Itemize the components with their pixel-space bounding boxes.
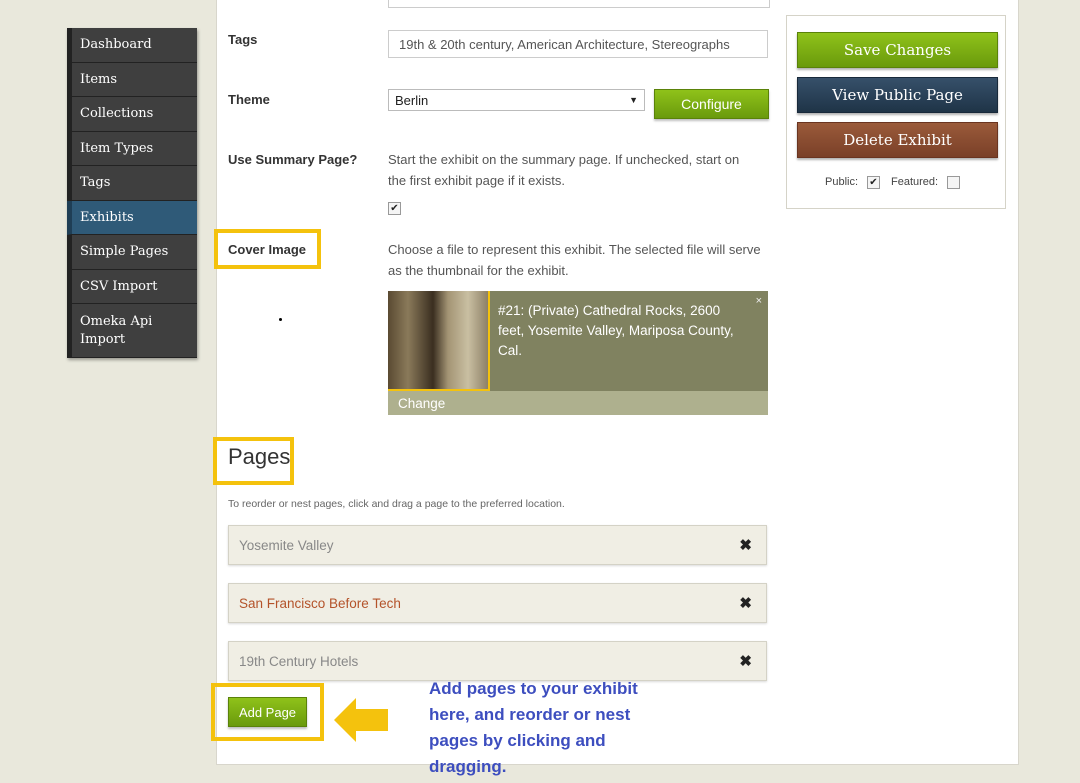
summary-page-checkbox[interactable]: ✔ [388, 202, 401, 215]
exhibit-actions-panel: Save Changes View Public Page Delete Exh… [786, 15, 1006, 209]
summary-page-help: Start the exhibit on the summary page. I… [388, 152, 740, 188]
sidebar-item-omeka-api-import[interactable]: Omeka Api Import [67, 304, 197, 358]
dropdown-arrow-icon: ▼ [629, 95, 638, 105]
remove-cover-icon[interactable]: × [756, 295, 762, 307]
remove-page-icon[interactable]: ✖ [739, 594, 752, 612]
tags-input[interactable]: 19th & 20th century, American Architectu… [388, 30, 768, 58]
cover-image-thumbnail [388, 291, 490, 391]
annotation-arrow-icon [334, 698, 388, 742]
sidebar-item-tags[interactable]: Tags [67, 166, 197, 201]
title-field-bottom-edge[interactable] [388, 0, 770, 8]
remove-page-icon[interactable]: ✖ [739, 652, 752, 670]
page-row[interactable]: Yosemite Valley ✖ [228, 525, 767, 565]
cursor-dot [279, 318, 282, 321]
sidebar-item-items[interactable]: Items [67, 62, 197, 97]
sidebar-item-csv-import[interactable]: CSV Import [67, 269, 197, 304]
annotation-callout-text: Add pages to your exhibit here, and reor… [429, 679, 638, 776]
configure-theme-button[interactable]: Configure [654, 89, 769, 119]
add-page-button[interactable]: Add Page [228, 697, 307, 727]
remove-page-icon[interactable]: ✖ [739, 536, 752, 554]
tags-label: Tags [228, 32, 258, 47]
featured-checkbox[interactable] [947, 176, 960, 189]
pages-reorder-help: To reorder or nest pages, click and drag… [228, 498, 565, 510]
page-title: San Francisco Before Tech [239, 595, 401, 611]
delete-exhibit-button[interactable]: Delete Exhibit [797, 122, 998, 158]
sidebar-item-collections[interactable]: Collections [67, 97, 197, 132]
theme-select[interactable]: Berlin ▼ [388, 89, 645, 111]
admin-sidebar-nav: Dashboard Items Collections Item Types T… [67, 28, 197, 358]
cover-image-help: Choose a file to represent this exhibit.… [388, 242, 761, 278]
change-cover-button[interactable]: Change [388, 391, 768, 415]
cover-image-card[interactable]: #21: (Private) Cathedral Rocks, 2600 fee… [388, 291, 768, 415]
page-title: 19th Century Hotels [239, 653, 359, 669]
theme-label: Theme [228, 92, 270, 107]
page-row[interactable]: 19th Century Hotels ✖ [228, 641, 767, 681]
featured-label: Featured: [891, 176, 939, 188]
sidebar-item-dashboard[interactable]: Dashboard [67, 28, 197, 63]
public-checkbox[interactable]: ✔ [867, 176, 880, 189]
sidebar-item-exhibits[interactable]: Exhibits [67, 200, 197, 235]
public-label: Public: [825, 176, 859, 188]
cover-image-title: #21: (Private) Cathedral Rocks, 2600 fee… [498, 303, 734, 358]
summary-page-label: Use Summary Page? [228, 152, 358, 167]
theme-select-value: Berlin [395, 92, 429, 108]
page-row[interactable]: San Francisco Before Tech ✖ [228, 583, 767, 623]
sidebar-item-simple-pages[interactable]: Simple Pages [67, 235, 197, 270]
page-title: Yosemite Valley [239, 537, 334, 553]
sidebar-item-item-types[interactable]: Item Types [67, 131, 197, 166]
save-changes-button[interactable]: Save Changes [797, 32, 998, 68]
cover-image-label: Cover Image [228, 242, 307, 257]
pages-heading: Pages [228, 444, 291, 469]
view-public-page-button[interactable]: View Public Page [797, 77, 998, 113]
